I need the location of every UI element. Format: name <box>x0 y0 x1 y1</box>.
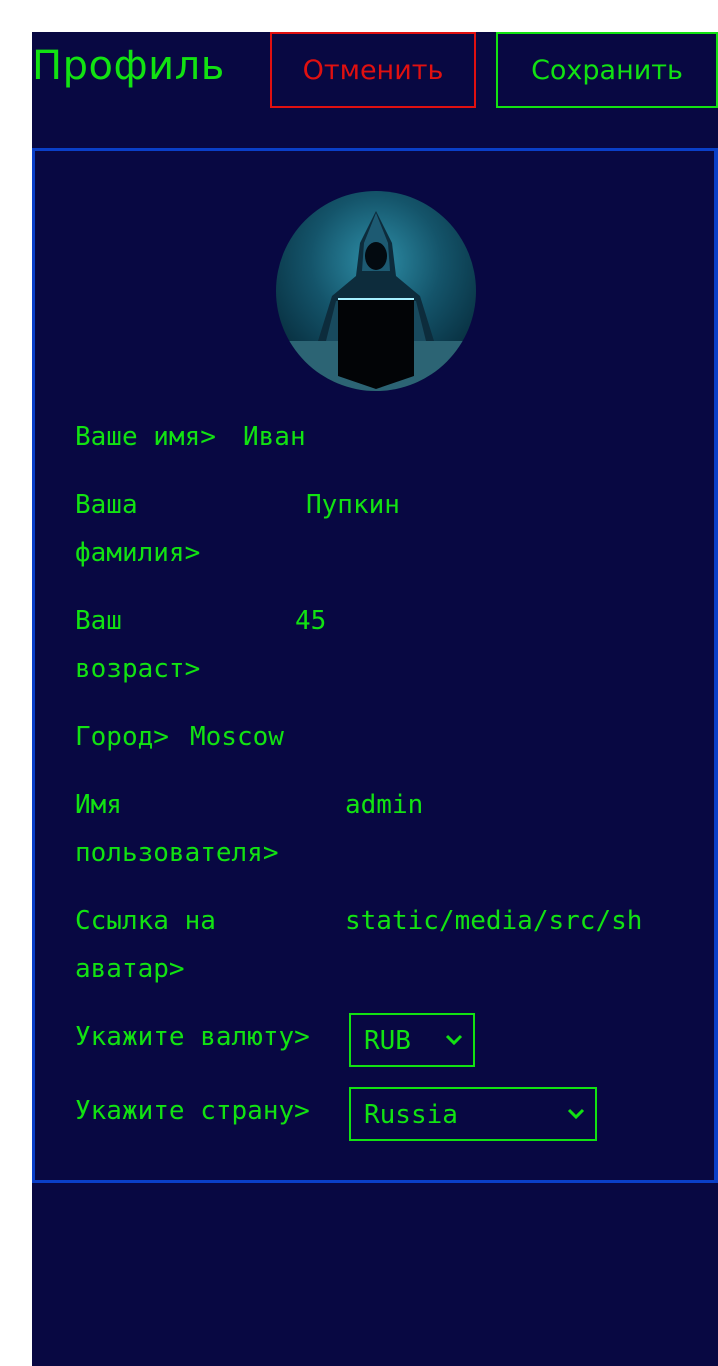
city-value[interactable]: Moscow <box>190 713 683 761</box>
profile-page: Профиль Отменить Сохранить Ваше имя> Ива… <box>32 32 718 1366</box>
city-label: Город> <box>75 722 169 752</box>
age-value[interactable]: 45 <box>295 597 683 645</box>
avatar-link-value[interactable]: static/media/src/sh <box>345 897 673 945</box>
page-title: Профиль <box>32 43 225 89</box>
age-label: Ваш возраст> <box>75 606 201 684</box>
last-name-label: Ваша фамилия> <box>75 490 201 568</box>
country-label: Укажите страну> <box>75 1096 310 1126</box>
chevron-down-icon <box>445 1034 463 1046</box>
currency-select[interactable]: RUB <box>349 1013 475 1067</box>
username-label: Имя пользователя> <box>75 790 279 868</box>
hooded-hacker-avatar-icon <box>276 211 476 391</box>
save-button[interactable]: Сохранить <box>496 32 718 108</box>
country-select-value: Russia <box>364 1100 458 1130</box>
first-name-value[interactable]: Иван <box>243 413 683 461</box>
country-select[interactable]: Russia <box>349 1087 597 1141</box>
profile-card: Ваше имя> Иван Ваша фамилия> Пупкин Ваш … <box>32 148 718 1183</box>
first-name-label: Ваше имя> <box>75 422 216 452</box>
last-name-value[interactable]: Пупкин <box>306 481 683 529</box>
username-value[interactable]: admin <box>345 781 673 829</box>
avatar <box>276 191 476 391</box>
cancel-button[interactable]: Отменить <box>270 32 476 108</box>
currency-label: Укажите валюту> <box>75 1022 310 1052</box>
currency-select-value: RUB <box>364 1026 411 1056</box>
avatar-link-label: Ссылка на аватар> <box>75 906 216 984</box>
chevron-down-icon <box>567 1108 585 1120</box>
